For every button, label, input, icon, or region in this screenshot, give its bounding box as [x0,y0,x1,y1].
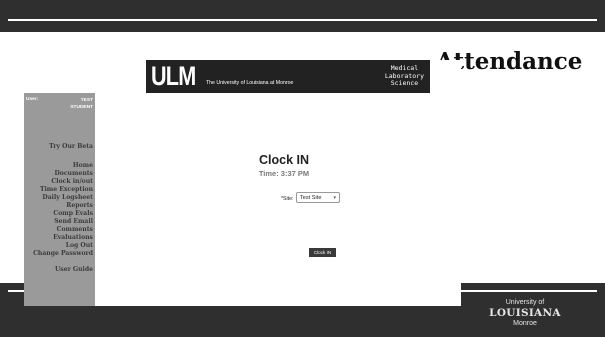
chevron-down-icon: ▾ [333,195,336,201]
nav-user-guide[interactable]: User Guide [55,266,93,273]
nav-time-exception[interactable]: Time Exception [40,186,93,193]
ulm-logo: ULM [151,61,196,91]
user-name-line1: TEST [80,98,93,103]
slide-top-rule [8,19,597,21]
sidebar: User: TEST STUDENT Try Our Beta Home Doc… [24,93,95,306]
site-label: *Site: [281,196,294,202]
current-time: Time: 3:37 PM [258,169,310,178]
nav-reports[interactable]: Reports [66,202,93,209]
nav-evaluations[interactable]: Evaluations [53,234,93,241]
ulm-footer-logo: University of LOUISIANA Monroe [470,298,580,328]
clock-in-button[interactable]: Clock IN [309,248,336,257]
site-select[interactable]: Test Site ▾ [296,192,340,203]
nav-change-password[interactable]: Change Password [33,250,93,257]
footer-logo-line2: LOUISIANA [489,307,561,319]
attendance-screenshot: ULM The University of Louisiana at Monro… [24,60,461,306]
university-name: The University of Louisiana at Monroe [206,80,294,86]
nav-send-email[interactable]: Send Email [54,218,93,225]
nav-try-beta[interactable]: Try Our Beta [49,143,93,150]
clock-title: Clock IN [258,153,310,167]
footer-logo-line1: University of [505,299,545,306]
slide-left-edge [0,32,9,283]
nav-comp-evals[interactable]: Comp Evals [53,210,93,217]
nav-log-out[interactable]: Log Out [66,242,93,249]
nav-daily-logsheet[interactable]: Daily Logsheet [42,194,93,201]
nav-comments[interactable]: Comments [57,226,93,233]
user-name-line2: STUDENT [70,105,93,110]
ulm-banner: ULM The University of Louisiana at Monro… [146,60,430,93]
user-label: User: [26,97,39,102]
nav-documents[interactable]: Documents [55,170,94,177]
nav-home[interactable]: Home [73,162,93,169]
user-name: TEST STUDENT [70,97,93,111]
footer-logo-line3: Monroe [513,320,537,327]
site-select-value: Test Site [300,195,322,201]
program-name: Medical Laboratory Science [384,64,424,87]
nav-clock-in-out[interactable]: Clock in/out [51,178,93,185]
slide-top-band [0,0,605,32]
